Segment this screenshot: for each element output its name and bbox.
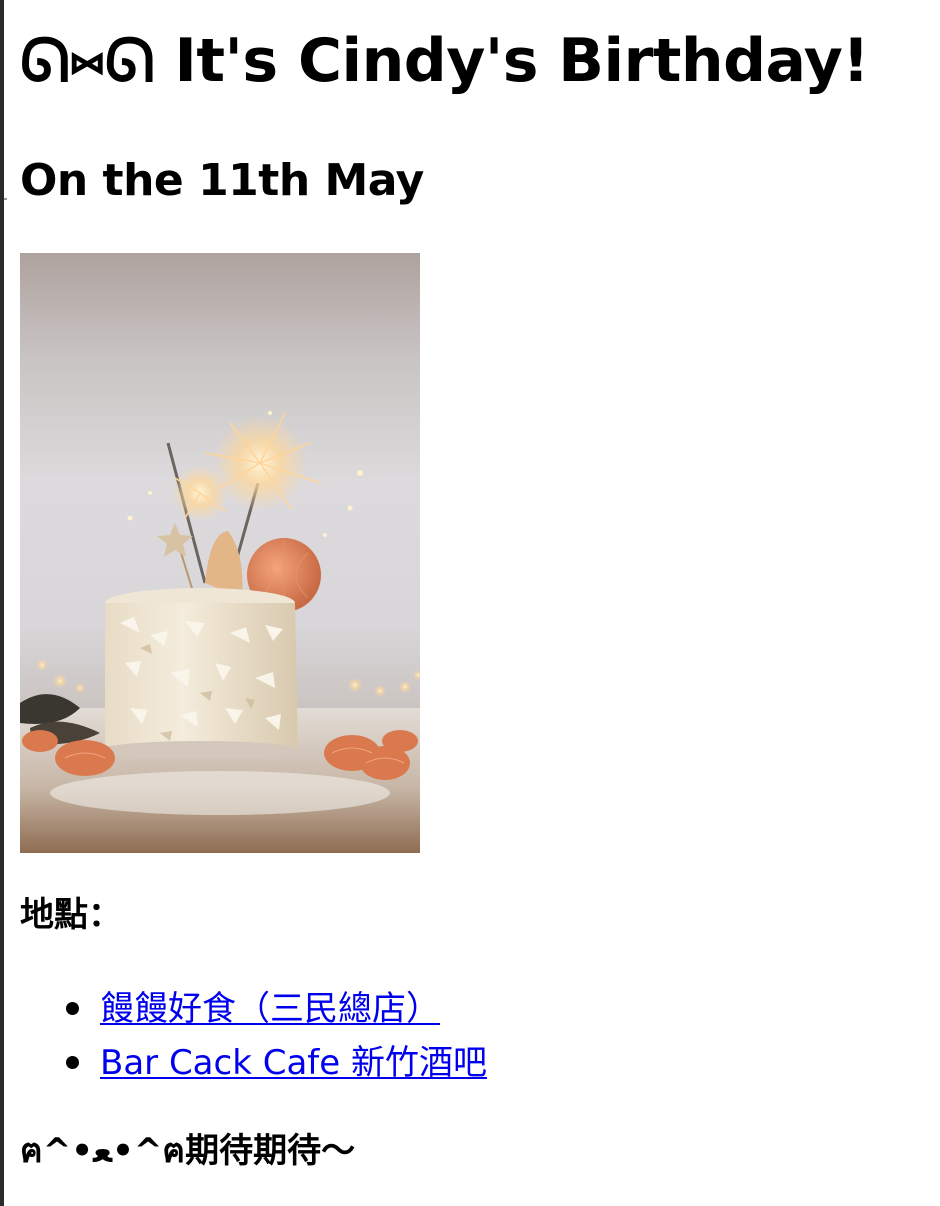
bullet-icon (66, 1002, 79, 1015)
location-link-bar-cack-cafe[interactable]: Bar Cack Cafe 新竹酒吧 (100, 1043, 487, 1083)
bullet-icon (66, 1056, 79, 1069)
page-title: ᘏ⑅ᘏ It's Cindy's Birthday! (20, 26, 870, 96)
footer-message: ฅ^•ﻌ•^ฅ期待期待～ (20, 1131, 356, 1171)
list-item: 饅饅好食（三民總店） (66, 982, 487, 1036)
window-border-tick (4, 198, 7, 200)
page-subtitle: On the 11th May (20, 155, 424, 206)
list-item: Bar Cack Cafe 新竹酒吧 (66, 1036, 487, 1090)
birthday-cake-photo (20, 253, 420, 853)
location-link-mantou[interactable]: 饅饅好食（三民總店） (100, 989, 440, 1029)
window-left-border (0, 0, 4, 1206)
location-label: 地點： (20, 895, 122, 935)
location-list: 饅饅好食（三民總店） Bar Cack Cafe 新竹酒吧 (20, 982, 487, 1090)
